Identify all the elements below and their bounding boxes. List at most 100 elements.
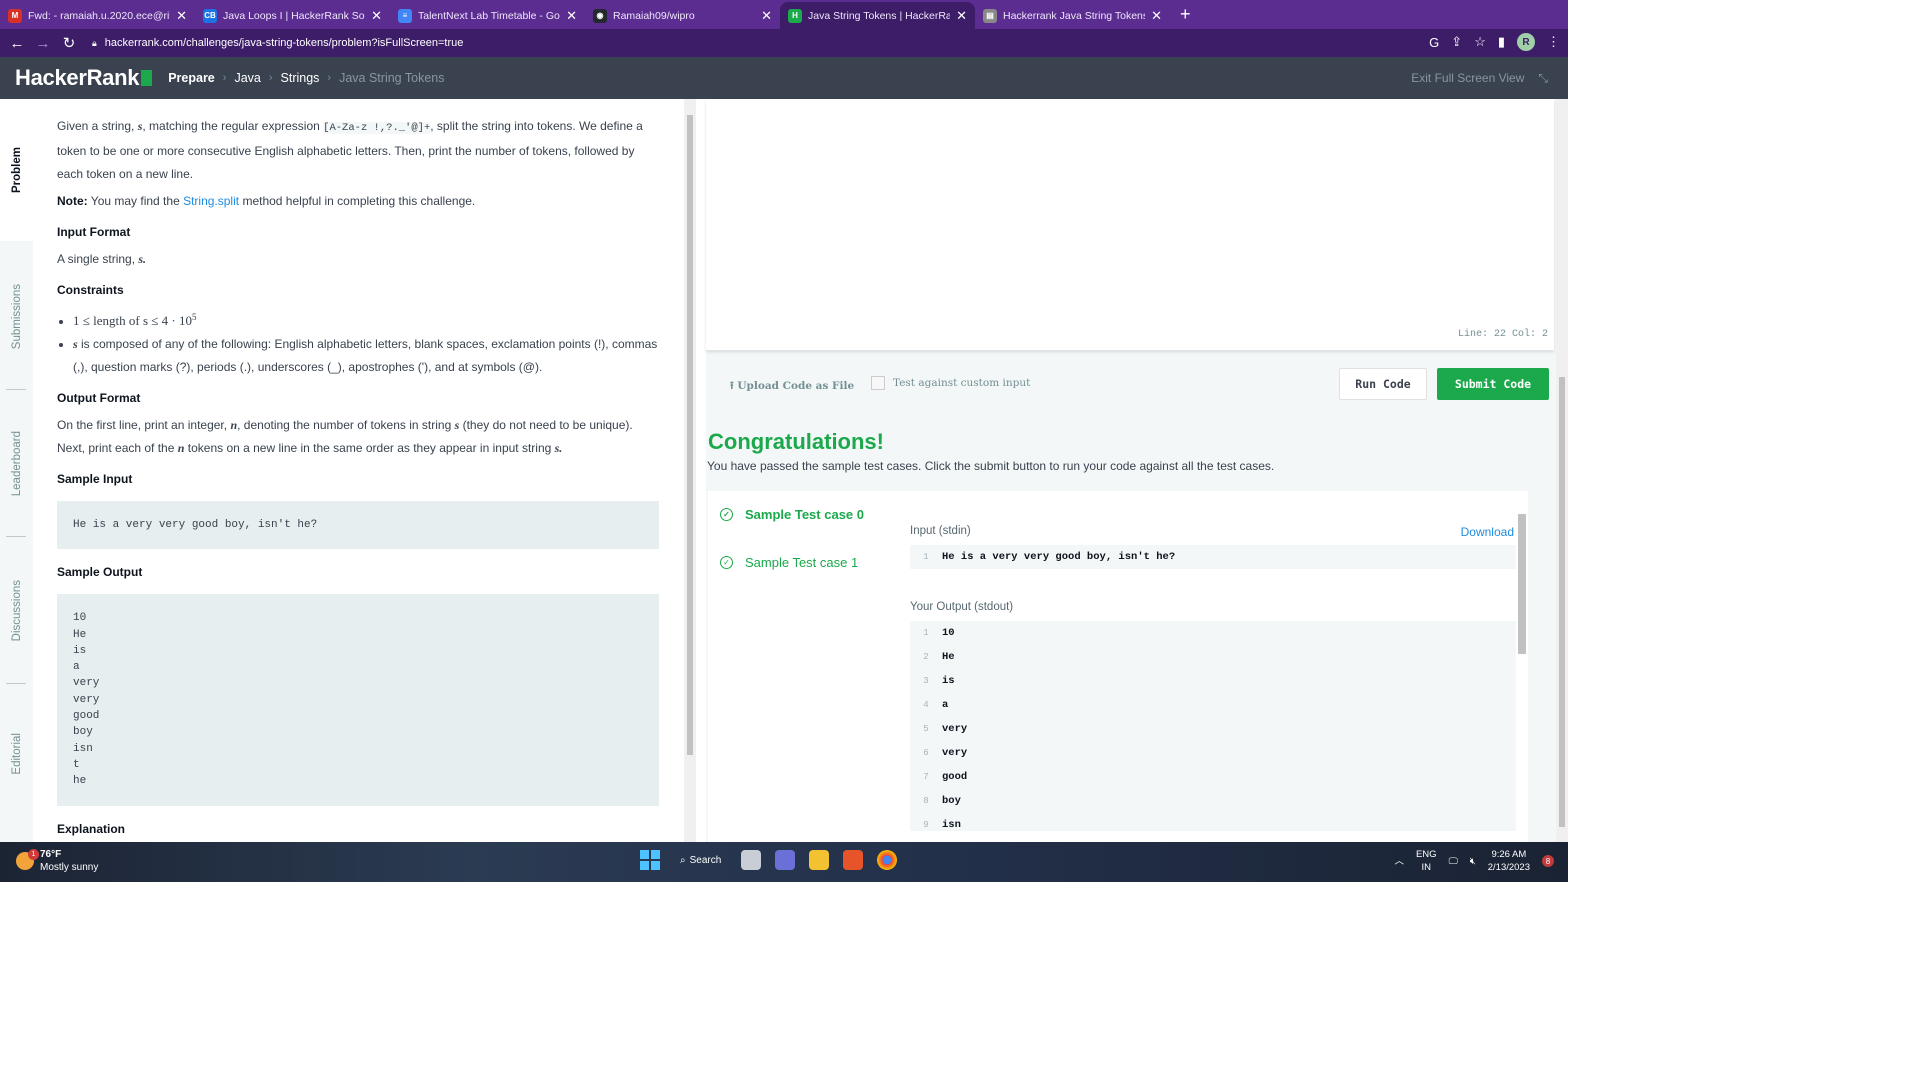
custom-input-label: Test against custom input: [893, 377, 1031, 389]
editor-pane-scrollbar[interactable]: [1556, 99, 1568, 842]
browser-tab-title: Java String Tokens | HackerRank: [808, 9, 951, 22]
url-field[interactable]: 🔒︎ hackerrank.com/challenges/java-string…: [92, 32, 1392, 54]
tab-problem[interactable]: Problem: [0, 99, 33, 241]
minimize-button[interactable]: —: [1806, 8, 1844, 22]
io-line: 9 isn: [910, 813, 1516, 831]
line-number: 1: [923, 628, 929, 638]
new-tab-button[interactable]: +: [1180, 4, 1191, 25]
browser-tab[interactable]: ≡ TalentNext Lab Timetable - Goog ✕: [390, 2, 585, 29]
result-title: Congratulations!: [708, 429, 884, 454]
notification-badge[interactable]: 8: [1542, 855, 1554, 867]
browser-tab[interactable]: H Java String Tokens | HackerRank ✕: [780, 2, 975, 29]
search-icon: ⌕: [680, 854, 686, 866]
exit-fullscreen-label: Exit Full Screen View: [1411, 71, 1525, 85]
output-format-heading: Output Format: [57, 391, 141, 405]
menu-kebab-icon[interactable]: ⋮: [1547, 34, 1560, 50]
close-tab-icon[interactable]: ✕: [956, 8, 967, 24]
chevron-up-icon[interactable]: ︿: [1394, 855, 1404, 868]
tab-search-icon[interactable]: ⌄: [1768, 8, 1806, 22]
close-tab-icon[interactable]: ✕: [371, 8, 382, 24]
browser-tab[interactable]: CB Java Loops I | HackerRank Solutio ✕: [195, 2, 390, 29]
close-window-button[interactable]: ✕: [1882, 8, 1920, 22]
tab-discussions[interactable]: Discussions: [0, 541, 33, 681]
tab-editorial[interactable]: Editorial: [0, 689, 33, 819]
run-code-button[interactable]: Run Code: [1339, 368, 1427, 400]
forward-icon[interactable]: →: [30, 35, 56, 52]
string-split-link[interactable]: String.split: [183, 194, 239, 208]
custom-input-checkbox[interactable]: [871, 376, 885, 390]
language-indicator[interactable]: ENG IN: [1416, 848, 1437, 874]
network-icon[interactable]: 🖵︎: [1449, 855, 1458, 868]
pane-splitter[interactable]: [696, 99, 706, 842]
windows-start-icon[interactable]: [640, 850, 660, 870]
breadcrumb-strings[interactable]: Strings: [281, 71, 320, 85]
teams-icon[interactable]: [775, 850, 796, 870]
custom-input-toggle[interactable]: Test against custom input: [871, 376, 1030, 390]
io-line: 1 10: [910, 621, 1516, 645]
breadcrumb-java[interactable]: Java: [234, 71, 260, 85]
weather-widget[interactable]: 1 76°F Mostly sunny: [16, 848, 98, 874]
problem-sidebar: Problem Submissions Leaderboard Discussi…: [0, 99, 33, 842]
page-icon: ▤: [983, 8, 997, 23]
close-tab-icon[interactable]: ✕: [1151, 8, 1162, 24]
back-icon[interactable]: ←: [4, 35, 30, 52]
io-line: 2 He: [910, 645, 1516, 669]
browser-tab-title: Java Loops I | HackerRank Solutio: [223, 9, 365, 22]
tab-discussions-label: Discussions: [10, 580, 23, 642]
browser-tab[interactable]: ▤ Hackerrank Java String Tokens So ✕: [975, 2, 1170, 29]
volume-muted-icon[interactable]: 🔇︎: [1470, 855, 1476, 868]
bookmark-star-icon[interactable]: ☆: [1474, 34, 1486, 50]
sample-output-heading: Sample Output: [57, 565, 143, 580]
chrome-icon[interactable]: [877, 850, 898, 870]
close-tab-icon[interactable]: ✕: [176, 8, 187, 24]
clock[interactable]: 9:26 AM 2/13/2023: [1488, 848, 1530, 874]
problem-statement: Given a string, s, matching the regular …: [33, 99, 683, 842]
tab-leaderboard[interactable]: Leaderboard: [0, 394, 33, 534]
hackerrank-icon: H: [788, 8, 802, 23]
profile-avatar[interactable]: R: [1517, 33, 1535, 51]
hackerrank-logo[interactable]: HackerRank: [15, 65, 153, 91]
window-controls: ⌄ — ❐ ✕: [1768, 0, 1920, 29]
io-line-text: He is a very very good boy, isn't he?: [942, 551, 1176, 563]
file-explorer-icon[interactable]: [809, 850, 830, 870]
restore-button[interactable]: ❐: [1844, 8, 1882, 22]
tab-submissions[interactable]: Submissions: [0, 247, 33, 387]
io-line-text: very: [942, 723, 968, 735]
cursor-position: Line: 22 Col: 2: [1457, 329, 1548, 340]
share-icon[interactable]: ⇪: [1451, 34, 1462, 50]
io-line: 3 is: [910, 669, 1516, 693]
output-label: Your Output (stdout): [910, 601, 1014, 613]
sun-icon: 1: [16, 849, 39, 870]
scrollbar-thumb[interactable]: [1559, 377, 1565, 827]
google-icon[interactable]: G: [1429, 35, 1439, 50]
browser-tab-title: Hackerrank Java String Tokens So: [1003, 9, 1146, 22]
line-number: 7: [923, 772, 929, 782]
output-format-text: On the first line, print an integer, n, …: [57, 418, 633, 455]
close-tab-icon[interactable]: ✕: [566, 8, 577, 24]
test-case-1-tab[interactable]: ✓ Sample Test case 1: [720, 555, 858, 570]
code-editor[interactable]: Line: 22 Col: 2: [706, 99, 1554, 351]
problem-note: Note: You may find the String.split meth…: [57, 194, 476, 208]
io-line: 4a: [910, 693, 1516, 717]
side-panel-icon[interactable]: ▮: [1498, 34, 1505, 50]
regex-code: [A-Za-z !,?._'@]+: [323, 122, 431, 134]
scrollbar-thumb[interactable]: [687, 115, 693, 755]
problem-scrollbar[interactable]: [684, 99, 696, 842]
test-case-0-tab[interactable]: ✓ Sample Test case 0: [720, 507, 864, 522]
upload-file-button[interactable]: ⭱ Upload Code as File: [730, 378, 854, 396]
reload-icon[interactable]: ↻: [56, 34, 82, 52]
download-link[interactable]: Download: [1461, 525, 1514, 539]
close-tab-icon[interactable]: ✕: [761, 8, 772, 24]
breadcrumb: Prepare › Java › Strings › Java String T…: [168, 71, 444, 85]
taskbar-search[interactable]: ⌕ Search: [674, 855, 727, 866]
scrollbar-thumb[interactable]: [1518, 514, 1526, 654]
brave-icon[interactable]: [843, 850, 864, 870]
exit-fullscreen-link[interactable]: Exit Full Screen View ⤡: [1411, 71, 1548, 86]
results-scrollbar[interactable]: [1516, 508, 1526, 828]
submit-code-button[interactable]: Submit Code: [1437, 368, 1549, 400]
browser-tab[interactable]: M Fwd: - ramaiah.u.2020.ece@ritch ✕: [0, 2, 195, 29]
task-view-icon[interactable]: [741, 850, 762, 870]
browser-tab[interactable]: ◉ Ramaiah09/wipro ✕: [585, 2, 780, 29]
breadcrumb-prepare[interactable]: Prepare: [168, 71, 215, 85]
stdout-box: 1 10 2 He 3 is 4 a 5 very 6 very 7 good 8 boy 9 isn: [910, 621, 1516, 831]
